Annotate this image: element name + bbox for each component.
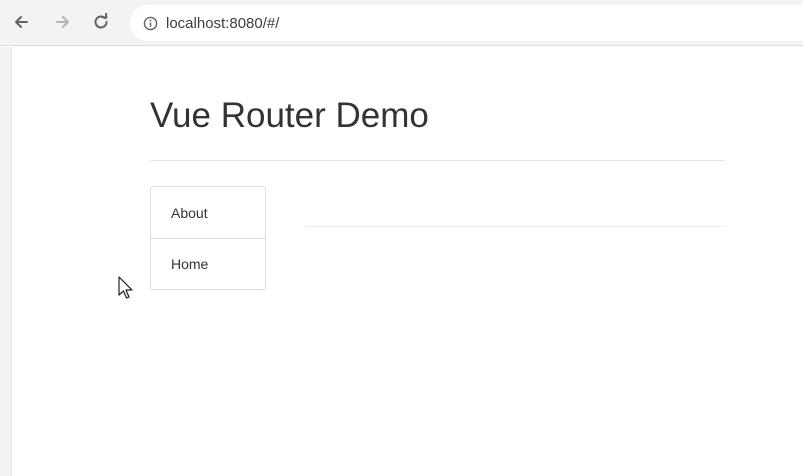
arrow-right-icon: [54, 13, 72, 31]
viewport-edge: [0, 47, 12, 476]
title-divider: [150, 160, 725, 161]
info-circle-icon[interactable]: [142, 15, 158, 31]
address-bar[interactable]: localhost:8080/#/: [130, 5, 803, 41]
nav-link-about[interactable]: About: [151, 187, 265, 238]
url-text[interactable]: localhost:8080/#/: [166, 15, 279, 32]
nav-link-home[interactable]: Home: [151, 238, 265, 289]
reload-button[interactable]: [88, 9, 114, 35]
page-title: Vue Router Demo: [150, 96, 429, 135]
back-button[interactable]: [8, 9, 34, 35]
browser-toolbar: localhost:8080/#/: [0, 0, 803, 46]
nav-list: About Home: [150, 186, 266, 290]
content-divider: [305, 226, 725, 227]
arrow-left-icon: [12, 13, 30, 31]
forward-button[interactable]: [50, 9, 76, 35]
reload-icon: [92, 13, 110, 31]
